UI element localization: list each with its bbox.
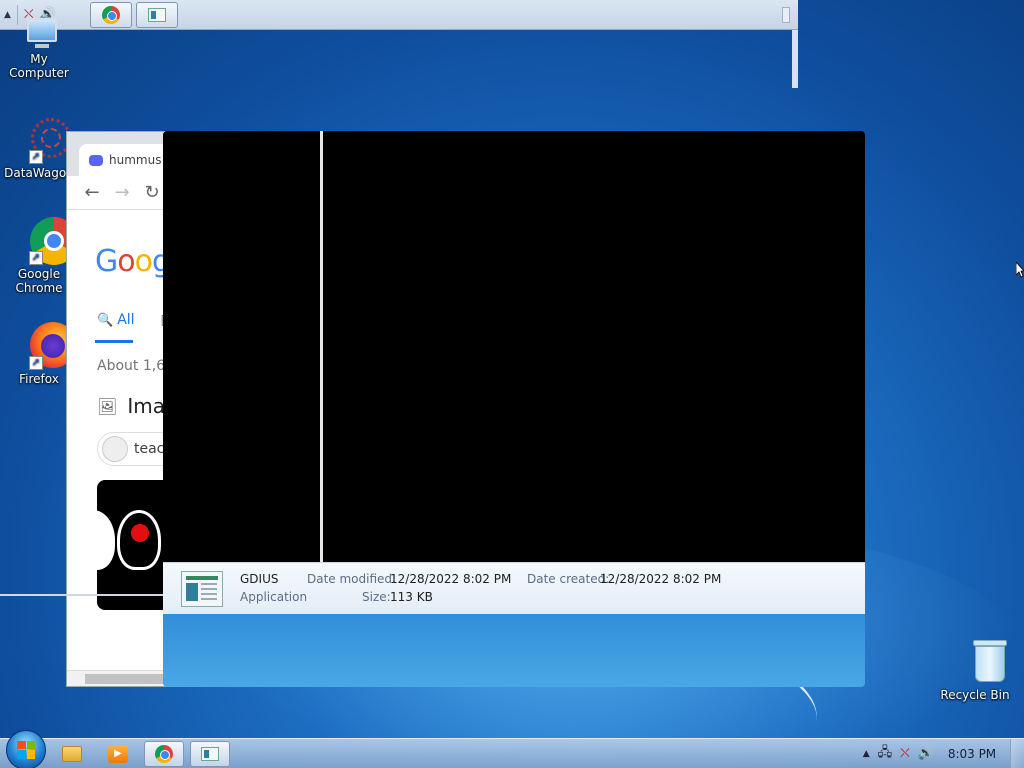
explorer-preview-window[interactable]: GDIUS Application Date modified: 12/28/2…	[163, 131, 865, 687]
apple-icon	[131, 524, 149, 542]
date-modified-value: 12/28/2022 8:02 PM	[390, 572, 512, 586]
chrome-icon: ➚	[15, 217, 78, 265]
application-icon	[181, 571, 223, 607]
datawagon-icon: ➚	[15, 116, 71, 164]
taskbar-media-player-button[interactable]: ▶	[98, 741, 138, 767]
volume-icon[interactable]: 🔊	[918, 746, 934, 761]
chip-avatar	[102, 436, 128, 462]
date-modified-label: Date modified:	[307, 572, 397, 586]
windows-logo-icon	[17, 740, 35, 759]
taskbar-grip[interactable]	[782, 6, 790, 23]
chrome-tab-title: hummus	[109, 153, 162, 167]
taskbar: ▶ ▲ 🖧 ⛌ 🔊 8:03 PM	[0, 729, 1024, 768]
computer-icon	[15, 18, 63, 50]
chrome-icon	[102, 5, 120, 24]
preview-area	[163, 131, 865, 562]
chip-label: teac	[134, 441, 165, 457]
images-heading-label: Ima	[127, 394, 165, 418]
tab-all-label: All	[117, 312, 135, 328]
desktop-icon-label: My Computer	[9, 52, 69, 80]
shortcut-arrow-icon: ➚	[29, 251, 43, 265]
transparent-window-area	[163, 614, 865, 687]
desktop-icon-my-computer[interactable]: My Computer	[0, 18, 78, 80]
scrollbar-thumb[interactable]	[85, 674, 165, 684]
system-tray: ▲ 🖧 ⛌ 🔊 8:03 PM	[863, 743, 1010, 765]
top-app-button[interactable]	[136, 1, 178, 28]
images-heading[interactable]: 🖼 Ima	[97, 394, 165, 418]
taskbar-explorer-button[interactable]	[52, 741, 92, 767]
network-icon[interactable]: 🖧	[878, 743, 893, 765]
taskbar-chrome-button[interactable]	[144, 740, 184, 767]
chrome-tabstrip: hummus	[67, 132, 175, 176]
shortcut-arrow-icon: ➚	[29, 356, 43, 370]
file-type: Application	[240, 590, 308, 604]
stray-window-edge	[0, 594, 165, 596]
chrome-horizontal-scrollbar[interactable]	[67, 670, 175, 686]
pane-divider[interactable]	[320, 131, 323, 562]
desktop-icon-label: Recycle Bin	[940, 688, 1010, 702]
chrome-window[interactable]: hummus ← → ↻ Goog 🔍 All ▣ About 1,66 🖼 I…	[66, 131, 176, 687]
folder-icon	[62, 745, 82, 762]
google-logo[interactable]: Goog	[95, 244, 171, 279]
media-player-icon: ▶	[108, 744, 128, 763]
firefox-icon: ➚	[15, 322, 76, 370]
desktop-icon-label: Google Chrome	[15, 267, 63, 295]
shortcut-arrow-icon: ➚	[29, 150, 43, 164]
date-created-label: Date created:	[527, 572, 610, 586]
desktop-icon-recycle-bin[interactable]: Recycle Bin	[936, 638, 1014, 702]
clock[interactable]: 8:03 PM	[942, 747, 1002, 761]
top-chrome-button[interactable]	[90, 1, 132, 28]
reload-icon[interactable]: ↻	[143, 182, 161, 203]
date-created-value: 12/28/2022 8:02 PM	[600, 572, 722, 586]
show-hidden-icons-icon[interactable]: ▲	[863, 749, 870, 759]
application-icon	[201, 746, 219, 761]
forward-arrow-icon[interactable]: →	[113, 182, 131, 203]
size-label: Size:	[362, 590, 391, 604]
back-arrow-icon[interactable]: ←	[83, 182, 101, 203]
application-icon	[148, 7, 166, 22]
search-icon: 🔍	[97, 312, 114, 328]
taskbar-app-button[interactable]	[190, 740, 230, 767]
mouse-cursor-icon	[1016, 262, 1024, 278]
discord-icon	[89, 154, 103, 166]
file-name: GDIUS	[240, 572, 279, 586]
network-error-icon[interactable]: ⛌	[900, 746, 910, 761]
chrome-icon	[155, 744, 173, 763]
tab-all-underline	[95, 340, 133, 343]
chrome-toolbar: ← → ↻	[67, 176, 175, 210]
show-desktop-button[interactable]	[1010, 738, 1024, 768]
start-button[interactable]	[6, 729, 46, 768]
chrome-tab[interactable]: hummus	[79, 144, 175, 176]
image-icon: 🖼	[97, 396, 118, 416]
details-pane: GDIUS Application Date modified: 12/28/2…	[163, 562, 865, 614]
size-value: 113 KB	[390, 590, 433, 604]
top-taskbar: ▲ ⛌ 🔊	[0, 0, 798, 30]
recycle-bin-icon	[951, 638, 1007, 686]
top-scrollbar[interactable]	[792, 30, 798, 88]
